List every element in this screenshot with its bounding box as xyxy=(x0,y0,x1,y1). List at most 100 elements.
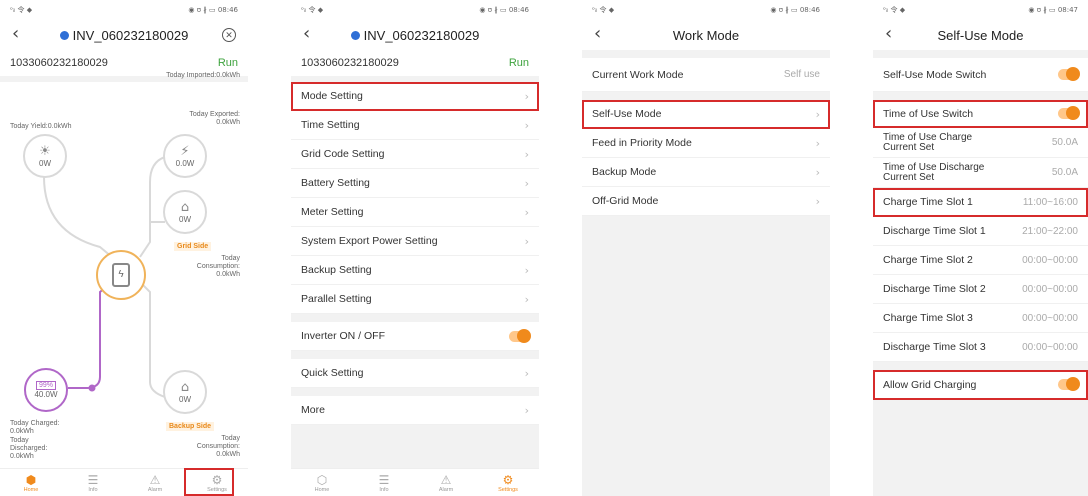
chevron-right-icon: › xyxy=(524,118,529,132)
signal-icons: ᵒᵢₗ 令 ◆ xyxy=(301,6,324,14)
discharge-slot-1-row[interactable]: Discharge Time Slot 1 21:00~22:00 xyxy=(873,217,1088,246)
tou-toggle[interactable] xyxy=(1058,106,1080,120)
back-icon[interactable]: ‹ xyxy=(12,25,19,43)
nav-bar: ‹ Work Mode xyxy=(582,20,830,58)
page-title: Work Mode xyxy=(672,27,740,43)
signal-icons: ᵒᵢₗ 令 ◆ xyxy=(10,6,33,14)
back-icon[interactable]: ‹ xyxy=(885,25,892,43)
discharge-slot-2-row[interactable]: Discharge Time Slot 2 00:00~00:00 xyxy=(873,275,1088,304)
nav-settings[interactable]: ⚙ Settings xyxy=(486,473,530,493)
parallel-setting-item[interactable]: Parallel Setting › xyxy=(291,285,539,314)
chevron-right-icon: › xyxy=(524,366,529,380)
nav-bar: ‹ INV_060232180029 xyxy=(291,20,539,50)
discharged-label: Discharged: xyxy=(10,445,48,452)
back-icon[interactable]: ‹ xyxy=(594,25,601,43)
divider xyxy=(873,92,1088,100)
backup-setting-item[interactable]: Backup Setting › xyxy=(291,256,539,285)
nav-bar: ‹ Self-Use Mode xyxy=(873,20,1088,58)
nav-alarm[interactable]: ⚠ Alarm xyxy=(133,473,177,493)
settings-screen: ᵒᵢₗ 令 ◆ ◉ ʊ ∦ ▭ 08:46 ‹ INV_060232180029… xyxy=(291,0,539,496)
status-bar: ᵒᵢₗ 令 ◆ ◉ ʊ ∦ ▭ 08:47 xyxy=(873,0,1088,20)
tou-discharge-current-row[interactable]: Time of Use Discharge Current Set 50.0A xyxy=(873,158,1088,188)
self-use-toggle[interactable] xyxy=(1058,67,1080,81)
chevron-right-icon: › xyxy=(524,89,529,103)
inverter-node[interactable]: ϟ xyxy=(96,250,146,300)
consumption-label: Consumption: xyxy=(196,263,240,270)
backup-side-badge: Backup Side xyxy=(166,422,215,431)
today-discharged: Today xyxy=(10,437,29,444)
chevron-right-icon: › xyxy=(524,147,529,161)
solar-panel-icon: ☀ xyxy=(39,143,51,159)
allow-grid-toggle[interactable] xyxy=(1058,377,1080,391)
bottom-nav: ⬡ Home ☰ Info ⚠ Alarm ⚙ Settings xyxy=(291,468,539,496)
signal-icons: ᵒᵢₗ 令 ◆ xyxy=(592,6,615,14)
close-icon[interactable]: ✕ xyxy=(222,28,236,42)
chevron-right-icon: › xyxy=(524,176,529,190)
nav-info[interactable]: ☰ Info xyxy=(362,473,406,493)
charge-slot-1-row[interactable]: Charge Time Slot 1 11:00~16:00 xyxy=(873,188,1088,217)
nav-info[interactable]: ☰ Info xyxy=(71,473,115,493)
feed-in-priority-item[interactable]: Feed in Priority Mode › xyxy=(582,129,830,158)
home-screen: ᵒᵢₗ 令 ◆ ◉ ʊ ∦ ▭ 08:46 ‹ INV_060232180029… xyxy=(0,0,248,496)
info-icon: ☰ xyxy=(378,472,390,487)
nav-alarm[interactable]: ⚠ Alarm xyxy=(424,473,468,493)
house-icon: ⌂ xyxy=(180,199,190,215)
grid-node[interactable]: ⚡ 0.0W xyxy=(163,134,207,178)
inverter-icon: ϟ xyxy=(112,263,130,287)
inverter-icon xyxy=(350,30,360,40)
info-icon: ☰ xyxy=(87,472,99,487)
mode-setting-item[interactable]: Mode Setting › xyxy=(291,82,539,111)
grid-code-item[interactable]: Grid Code Setting › xyxy=(291,140,539,169)
backup-mode-item[interactable]: Backup Mode › xyxy=(582,158,830,187)
discharged-value: 0.0kWh xyxy=(10,453,34,460)
more-item[interactable]: More › xyxy=(291,396,539,425)
charge-slot-2-row[interactable]: Charge Time Slot 2 00:00~00:00 xyxy=(873,246,1088,275)
battery-node[interactable]: 99% 40.0W xyxy=(24,368,68,412)
house-icon: ⌂ xyxy=(180,379,190,395)
today-label: Today xyxy=(221,255,240,262)
nav-home[interactable]: ⬢ Home xyxy=(9,473,53,493)
status-badge: Run xyxy=(217,57,238,69)
battery-soc: 99% xyxy=(35,381,56,390)
today-imported: Today Imported:0.0kWh xyxy=(166,72,240,79)
settings-highlight xyxy=(184,468,234,496)
alarm-icon: ⚠ xyxy=(440,472,452,487)
backup-consumption: Consumption: xyxy=(196,443,240,450)
tou-charge-current-row[interactable]: Time of Use Charge Current Set 50.0A xyxy=(873,128,1088,158)
self-use-mode-item[interactable]: Self-Use Mode › xyxy=(582,100,830,129)
status-right: ◉ ʊ ∦ ▭ 08:46 xyxy=(770,6,820,14)
time-setting-item[interactable]: Time Setting › xyxy=(291,111,539,140)
status-bar: ᵒᵢₗ 令 ◆ ◉ ʊ ∦ ▭ 08:46 xyxy=(291,0,539,20)
off-grid-mode-item[interactable]: Off-Grid Mode › xyxy=(582,187,830,216)
energy-flow: Today Imported:0.0kWh Today Yield:0.0kWh… xyxy=(0,72,248,468)
inverter-onoff-item: Inverter ON / OFF xyxy=(291,322,539,351)
chevron-right-icon: › xyxy=(815,194,820,208)
discharge-slot-3-row[interactable]: Discharge Time Slot 3 00:00~00:00 xyxy=(873,333,1088,362)
divider xyxy=(873,362,1088,370)
status-right: ◉ ʊ ∦ ▭ 08:47 xyxy=(1028,6,1078,14)
home-icon: ⬡ xyxy=(316,472,328,487)
nav-home[interactable]: ⬡ Home xyxy=(300,473,344,493)
export-power-item[interactable]: System Export Power Setting › xyxy=(291,227,539,256)
grid-side-badge: Grid Side xyxy=(174,242,212,251)
status-badge: Run xyxy=(508,57,529,69)
battery-power: 40.0W xyxy=(34,390,58,399)
current-work-mode: Current Work Mode Self use xyxy=(582,58,830,92)
backup-node[interactable]: ⌂ 0W xyxy=(163,370,207,414)
pv-node[interactable]: ☀ 0W xyxy=(23,134,67,178)
grid-load-node[interactable]: ⌂ 0W xyxy=(163,190,207,234)
status-right: ◉ ʊ ∦ ▭ 08:46 xyxy=(479,6,529,14)
inverter-toggle[interactable] xyxy=(509,328,531,343)
backup-today: Today xyxy=(221,435,240,442)
meter-setting-item[interactable]: Meter Setting › xyxy=(291,198,539,227)
today-exported: Today Exported: xyxy=(189,111,240,118)
quick-setting-item[interactable]: Quick Setting › xyxy=(291,359,539,388)
battery-setting-item[interactable]: Battery Setting › xyxy=(291,169,539,198)
charge-slot-3-row[interactable]: Charge Time Slot 3 00:00~00:00 xyxy=(873,304,1088,333)
alarm-icon: ⚠ xyxy=(149,472,161,487)
serial-number: 1033060232180029 xyxy=(301,57,399,69)
today-exported-value: 0.0kWh xyxy=(216,119,240,126)
serial-row: 1033060232180029 Run xyxy=(291,50,539,82)
back-icon[interactable]: ‹ xyxy=(303,25,310,43)
today-charged: Today Charged: xyxy=(10,420,60,427)
